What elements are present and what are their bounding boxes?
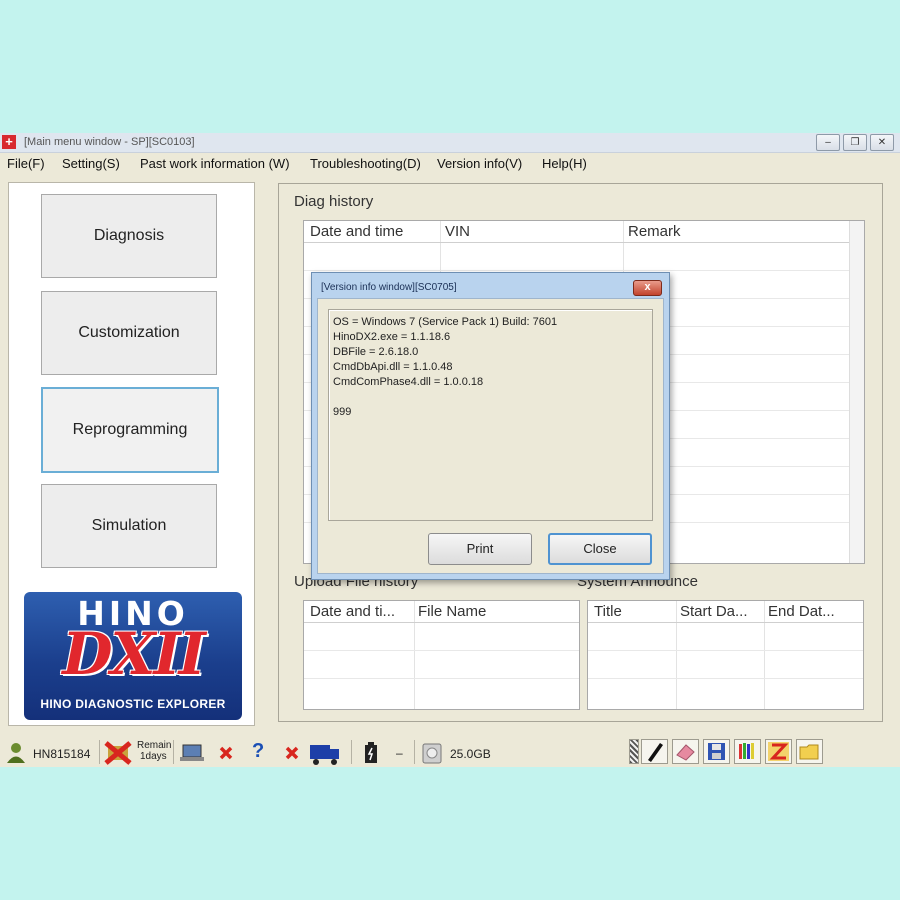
customization-button[interactable]: Customization [41, 291, 217, 375]
signature-tool-button[interactable] [641, 739, 668, 764]
separator [351, 740, 352, 764]
title-bar: + [Main menu window - SP][SC0103] – ❐ ✕ [0, 133, 900, 153]
pen-icon [648, 743, 663, 762]
user-id: HN815184 [33, 747, 91, 761]
help-icon: ? [252, 740, 265, 762]
hino-dx2-logo: HINO DXII HINO DIAGNOSTIC EXPLORER [24, 592, 242, 720]
app-icon: + [2, 135, 16, 149]
simulation-button[interactable]: Simulation [41, 484, 217, 568]
disconnected-icon [219, 746, 233, 760]
color-pencils-icon [739, 743, 754, 759]
column-divider [414, 601, 415, 709]
laptop-icon [180, 744, 204, 761]
dialog-title: [Version info window][SC0705] [321, 282, 457, 293]
user-icon [7, 743, 25, 763]
diag-history-title: Diag history [294, 193, 374, 210]
upload-col-filename[interactable]: File Name [418, 603, 486, 620]
zoom-tool-button[interactable] [765, 739, 792, 764]
announce-col-title[interactable]: Title [594, 603, 622, 620]
upload-history-table[interactable]: Date and ti... File Name [303, 600, 580, 710]
minimize-button[interactable]: – [816, 134, 840, 151]
menu-file[interactable]: File(F) [7, 156, 45, 171]
header-divider [304, 622, 579, 623]
battery-icon [365, 742, 377, 763]
logo-dx2-text: DXII [62, 620, 206, 688]
separator [414, 740, 415, 764]
row-divider [304, 650, 579, 651]
row-divider [304, 270, 864, 271]
menu-past-work-information[interactable]: Past work information (W) [140, 156, 290, 171]
menu-version-info[interactable]: Version info(V) [437, 156, 522, 171]
header-divider [304, 242, 864, 243]
reprogramming-label: Reprogramming [72, 421, 188, 438]
header-divider [588, 622, 863, 623]
toolbar-grip [629, 739, 639, 764]
close-button[interactable]: Close [548, 533, 652, 565]
diag-col-date[interactable]: Date and time [310, 223, 403, 240]
upload-col-date[interactable]: Date and ti... [310, 603, 395, 620]
folder-icon [799, 744, 819, 760]
floppy-disk-icon [708, 743, 725, 760]
row-divider [588, 678, 863, 679]
separator [99, 740, 100, 764]
maximize-button[interactable]: ❐ [843, 134, 867, 151]
logo-tagline: HINO DIAGNOSTIC EXPLORER [40, 697, 226, 711]
dialog-close-button[interactable]: x [633, 280, 662, 296]
column-divider [676, 601, 677, 709]
disk-free: 25.0GB [450, 747, 491, 761]
cmdcomphase4-version-line: CmdComPhase4.dll = 1.0.0.18 [333, 376, 484, 388]
menu-help[interactable]: Help(H) [542, 156, 587, 171]
disconnected-icon [285, 746, 299, 760]
eraser-tool-button[interactable] [672, 739, 699, 764]
close-window-button[interactable]: ✕ [870, 134, 894, 151]
simulation-label: Simulation [91, 517, 167, 534]
dbfile-version-line: DBFile = 2.6.18.0 [333, 346, 419, 358]
zoom-z-icon [768, 742, 789, 761]
table-scroll-rail[interactable] [849, 221, 864, 563]
announce-col-end[interactable]: End Dat... [768, 603, 835, 620]
system-announce-table[interactable]: Title Start Da... End Dat... [587, 600, 864, 710]
remain-label: Remain [137, 740, 172, 751]
license-expired-icon [104, 741, 132, 765]
row-divider [304, 678, 579, 679]
code-line: 999 [333, 406, 352, 418]
row-divider [588, 650, 863, 651]
os-version-line: OS = Windows 7 (Service Pack 1) Build: 7… [333, 316, 558, 328]
navigation-panel: Diagnosis Customization Reprogramming Si… [8, 182, 255, 726]
disk-icon [422, 743, 442, 764]
menu-bar: File(F) Setting(S) Past work information… [0, 153, 900, 175]
open-folder-button[interactable] [796, 739, 823, 764]
exe-version-line: HinoDX2.exe = 1.1.18.6 [333, 331, 451, 343]
diag-col-vin[interactable]: VIN [445, 223, 470, 240]
color-tool-button[interactable] [734, 739, 761, 764]
truck-icon [310, 745, 339, 765]
diagnosis-label: Diagnosis [93, 227, 165, 244]
close-icon: x [644, 281, 651, 293]
status-bar: HN815184 Remain 1days ? – 25.0GB [0, 736, 900, 767]
save-tool-button[interactable] [703, 739, 730, 764]
reprogramming-button[interactable]: Reprogramming [41, 387, 219, 473]
menu-troubleshooting[interactable]: Troubleshooting(D) [310, 156, 421, 171]
battery-value: – [396, 746, 403, 760]
cmddbapi-version-line: CmdDbApi.dll = 1.1.0.48 [333, 361, 453, 373]
version-info-dialog: [Version info window][SC0705] x OS = Win… [311, 272, 670, 580]
customization-label: Customization [78, 324, 180, 341]
window-title: [Main menu window - SP][SC0103] [24, 136, 195, 148]
diag-col-remark[interactable]: Remark [628, 223, 681, 240]
column-divider [764, 601, 765, 709]
print-button[interactable]: Print [428, 533, 532, 565]
menu-setting[interactable]: Setting(S) [62, 156, 120, 171]
remain-days: 1days [140, 751, 167, 762]
announce-col-start[interactable]: Start Da... [680, 603, 748, 620]
eraser-icon [676, 744, 695, 761]
dialog-body: OS = Windows 7 (Service Pack 1) Build: 7… [317, 298, 664, 574]
diagnosis-button[interactable]: Diagnosis [41, 194, 217, 278]
version-info-box: OS = Windows 7 (Service Pack 1) Build: 7… [328, 309, 653, 521]
separator [173, 740, 174, 764]
